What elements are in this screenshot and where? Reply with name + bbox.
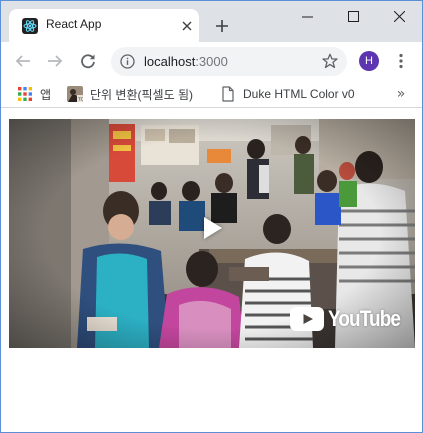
address-bar[interactable]: localhost:3000 — [111, 47, 347, 76]
apps-grid-icon — [18, 87, 32, 101]
bookmark-duke-html-color[interactable]: Duke HTML Color v0 — [220, 84, 379, 104]
minimize-icon[interactable] — [284, 1, 330, 31]
bookmark-star-icon[interactable] — [322, 53, 338, 69]
svg-text:TO: TO — [78, 97, 83, 102]
new-tab-icon[interactable] — [211, 15, 233, 37]
browser-toolbar: localhost:3000 H — [1, 42, 422, 80]
tab-react-app[interactable]: React App — [9, 9, 199, 42]
back-arrow-icon[interactable] — [12, 50, 34, 72]
bookmarks-more-icon[interactable]: » — [393, 84, 409, 104]
page-content: YouTube — [1, 109, 422, 432]
menu-dots-icon[interactable] — [394, 51, 408, 71]
tab-strip: React App — [1, 1, 422, 42]
play-icon — [204, 217, 222, 239]
forward-arrow-icon[interactable] — [44, 50, 66, 72]
bookmarks-bar: 앱 TO 단위 변환(픽셀도 됨) Duke HTML Color v0 » — [1, 80, 422, 108]
browser-window: React App localhost:3000 H 앱 T 단위 변환(픽셀도… — [0, 0, 423, 433]
bookmark-thumbnail-icon: TO — [67, 86, 83, 102]
youtube-play-badge-icon — [290, 307, 324, 331]
react-logo-icon — [22, 18, 38, 34]
tab-title: React App — [46, 17, 102, 31]
reload-icon[interactable] — [77, 50, 99, 72]
page-icon — [222, 86, 234, 102]
maximize-icon[interactable] — [330, 1, 376, 31]
bookmark-apps[interactable]: 앱 — [17, 84, 51, 104]
window-close-icon[interactable] — [376, 1, 422, 31]
youtube-video-embed[interactable]: YouTube — [9, 119, 415, 348]
close-tab-icon[interactable] — [179, 18, 195, 34]
url-text: localhost:3000 — [144, 54, 228, 69]
profile-avatar[interactable]: H — [359, 51, 379, 71]
bookmark-unit-converter[interactable]: TO 단위 변환(픽셀도 됨) — [67, 84, 193, 104]
youtube-logo[interactable]: YouTube — [290, 305, 412, 333]
play-button[interactable] — [191, 212, 235, 244]
info-icon[interactable] — [120, 54, 135, 69]
